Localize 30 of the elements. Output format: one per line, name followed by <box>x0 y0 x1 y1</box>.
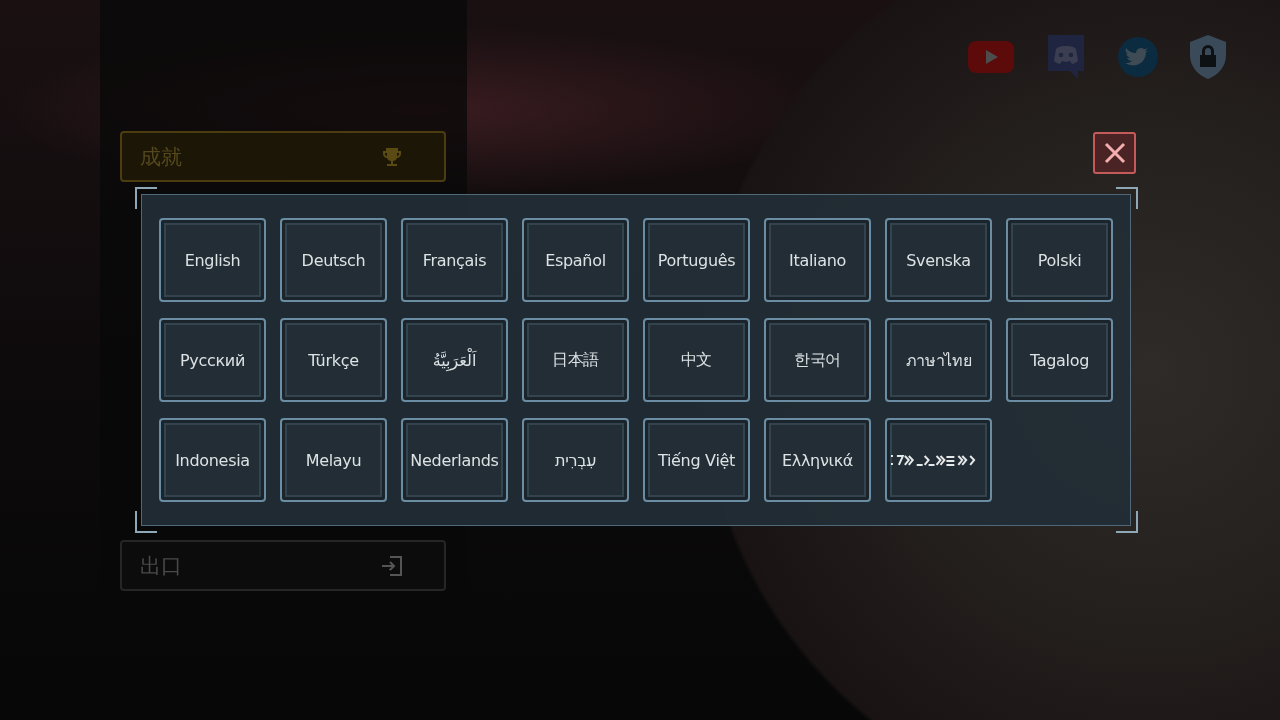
language-button[interactable]: 한국어 <box>764 318 871 402</box>
language-button[interactable]: English <box>159 218 266 302</box>
bird-icon[interactable] <box>1118 37 1158 77</box>
language-button[interactable]: Deutsch <box>280 218 387 302</box>
language-button[interactable]: 日本語 <box>522 318 629 402</box>
video-play-icon[interactable] <box>968 41 1014 73</box>
close-icon <box>1103 142 1126 164</box>
lock-shield-icon[interactable] <box>1190 35 1226 79</box>
language-button[interactable]: Nederlands <box>401 418 508 502</box>
language-button[interactable]: Español <box>522 218 629 302</box>
language-button[interactable]: ภาษาไทย <box>885 318 992 402</box>
language-button[interactable]: Indonesia <box>159 418 266 502</box>
language-button[interactable]: Tagalog <box>1006 318 1113 402</box>
language-button[interactable]: Ελληνικά <box>764 418 871 502</box>
language-button[interactable]: Français <box>401 218 508 302</box>
language-button[interactable]: اَلْعَرَبِيَّةُ <box>401 318 508 402</box>
chat-icon[interactable] <box>1046 35 1086 79</box>
language-button[interactable]: Melayu <box>280 418 387 502</box>
language-button[interactable]: עִבְרִית <box>522 418 629 502</box>
language-button[interactable]: Tiếng Việt <box>643 418 750 502</box>
exit-icon <box>380 553 404 578</box>
language-button[interactable]: Türkçe <box>280 318 387 402</box>
close-button[interactable] <box>1093 132 1136 174</box>
language-button[interactable]: Русский <box>159 318 266 402</box>
language-button[interactable]: Svenska <box>885 218 992 302</box>
language-button[interactable]: Polski <box>1006 218 1113 302</box>
language-button[interactable]: 中文 <box>643 318 750 402</box>
language-button[interactable] <box>885 418 992 502</box>
language-button[interactable]: Italiano <box>764 218 871 302</box>
language-button[interactable]: Português <box>643 218 750 302</box>
